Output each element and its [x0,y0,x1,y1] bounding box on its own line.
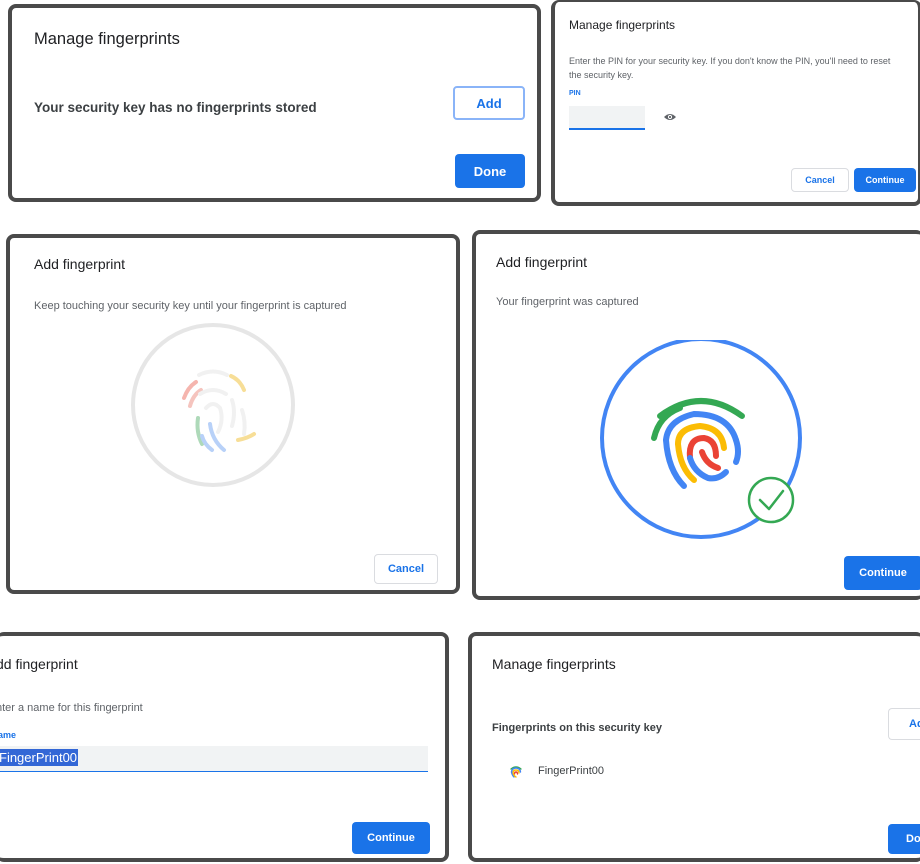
dialog-title: Manage fingerprints [492,656,616,672]
fingerprint-captured-icon [594,340,810,540]
cancel-button[interactable]: Cancel [791,168,849,192]
dialog-title: Add fingerprint [496,254,588,270]
fingerprint-name-input[interactable]: FingerPrint00 [0,746,428,772]
name-field-label: ame [0,730,17,740]
dialog-title: Manage fingerprints [34,30,180,48]
pin-instructions-line-2: the security key. [569,70,634,80]
fingerprint-name: FingerPrint00 [538,765,605,777]
pin-input[interactable] [569,106,645,130]
continue-button[interactable]: Continue [844,556,920,590]
done-button[interactable]: Do [888,824,920,854]
add-fingerprint-button[interactable]: Ad [888,708,920,740]
name-instructions: nter a name for this fingerprint [0,702,143,714]
manage-fingerprints-empty-dialog: Manage fingerprints Your security key ha… [8,4,541,202]
continue-button[interactable]: Continue [352,822,430,854]
add-button-label: Ad [909,718,920,730]
dialog-title: Add fingerprint [34,256,126,272]
capture-success-message: Your fingerprint was captured [496,296,639,308]
capture-instructions: Keep touching your security key until yo… [34,300,347,312]
add-fingerprint-progress-dialog: Add fingerprint Keep touching your secur… [6,234,460,594]
fingerprints-section-label: Fingerprints on this security key [492,722,662,734]
add-fingerprint-captured-dialog: Add fingerprint Your fingerprint was cap… [472,230,920,600]
continue-button[interactable]: Continue [854,168,916,192]
eye-icon[interactable] [663,112,677,122]
fingerprint-icon [508,763,524,779]
pin-instructions-line-1: Enter the PIN for your security key. If … [569,56,891,66]
dialog-title: dd fingerprint [0,656,78,672]
pin-field-label: PIN [569,90,581,97]
add-fingerprint-button[interactable]: Add [453,86,525,120]
fingerprint-name-value: FingerPrint00 [0,749,79,766]
fingerprint-list-item: FingerPrint00 [508,762,604,780]
cancel-button[interactable]: Cancel [374,554,438,584]
manage-fingerprints-list-dialog: Manage fingerprints Fingerprints on this… [468,632,920,862]
done-button-label: Do [906,833,920,845]
name-fingerprint-dialog: dd fingerprint nter a name for this fing… [0,632,449,862]
done-button[interactable]: Done [455,154,525,188]
fingerprint-progress-icon [128,320,298,490]
no-fingerprints-message: Your security key has no fingerprints st… [34,100,317,115]
enter-pin-dialog: Manage fingerprints Enter the PIN for yo… [551,0,920,206]
dialog-title: Manage fingerprints [569,18,676,32]
